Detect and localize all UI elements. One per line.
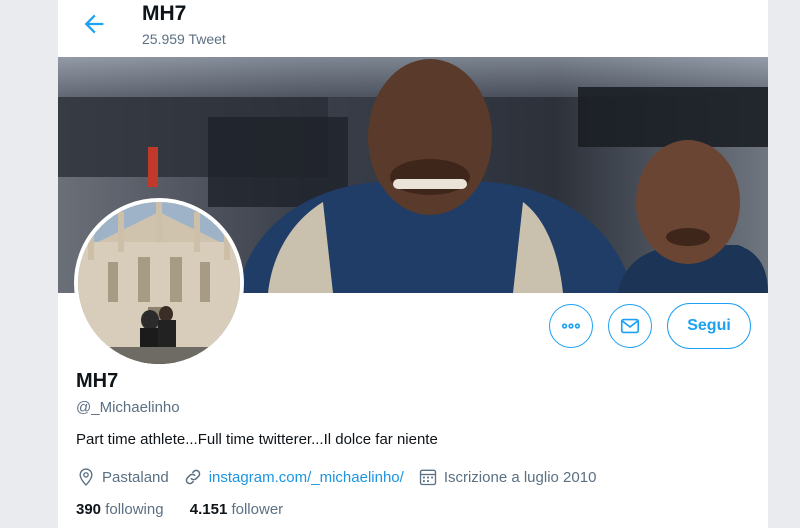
location-pin-icon [79,468,93,486]
calendar-icon [419,469,436,486]
header-title: MH7 [142,2,187,25]
follow-button[interactable]: Segui [667,303,751,349]
follower-count: 4.151 [189,501,228,518]
profile-meta: Pastaland instagram.com/_michaelinho/ Is… [76,466,596,488]
back-button[interactable] [80,10,108,38]
profile-location: Pastaland [102,468,169,486]
following-label: following [105,501,164,518]
link-icon [185,469,201,485]
following-count: 390 [76,501,102,518]
more-button[interactable] [549,304,593,348]
tweet-count: 25.959 Tweet [142,31,226,47]
profile-name: MH7 [76,370,119,392]
mail-icon [620,318,640,334]
profile-bio: Part time athlete...Full time twitterer.… [76,431,438,448]
profile-avatar[interactable] [74,198,244,368]
profile-handle: @_Michaelinho [76,399,180,416]
message-button[interactable] [608,304,652,348]
following-link[interactable]: 390 following [76,501,164,518]
profile-column: MH7 25.959 Tweet Segui MH7 @_Michaelinho… [58,0,768,528]
follower-link[interactable]: 4.151 follower [190,501,283,518]
follower-label: follower [231,501,284,518]
profile-website-link[interactable]: instagram.com/_michaelinho/ [209,469,404,486]
arrow-left-icon [84,14,104,34]
profile-stats: 390 following 4.151 follower [76,501,305,518]
more-horizontal-icon [561,323,581,329]
profile-header: MH7 25.959 Tweet [58,0,768,57]
profile-joined-date: Iscrizione a luglio 2010 [443,468,597,486]
